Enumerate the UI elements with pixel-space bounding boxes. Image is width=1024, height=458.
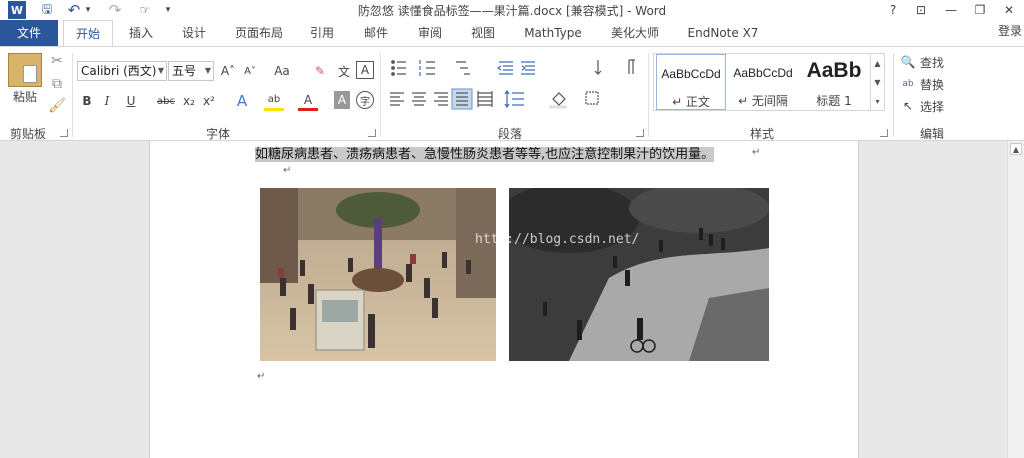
clear-format-icon[interactable]: ✎ — [310, 61, 330, 81]
enclose-characters-icon[interactable]: 字 — [356, 91, 374, 109]
style-normal[interactable]: AaBbCcDd ↵ 正文 — [656, 54, 726, 110]
watermark-text: http://blog.csdn.net/ — [475, 232, 640, 247]
tab-endnote[interactable]: EndNote X7 — [680, 20, 766, 46]
login-link[interactable]: 登录 — [998, 20, 1024, 42]
increase-indent-icon — [521, 61, 535, 75]
paste-icon[interactable] — [8, 53, 42, 87]
styles-more-icon[interactable]: ▾ — [870, 92, 884, 110]
find-button[interactable]: 查找 — [918, 53, 946, 71]
minimize-button[interactable]: — — [936, 0, 966, 20]
group-divider — [893, 53, 894, 137]
highlight-color-icon[interactable]: ab — [264, 91, 284, 111]
clipboard-group-label: 剪贴板 — [9, 127, 46, 141]
distributed-icon — [477, 91, 493, 107]
tab-review[interactable]: 审阅 — [408, 20, 452, 46]
vertical-scrollbar[interactable]: ▲ — [1007, 141, 1024, 458]
styles-scroll-up-icon[interactable]: ▲ — [870, 54, 884, 73]
clipboard-launcher-icon[interactable] — [60, 129, 68, 137]
italic-button[interactable]: I — [98, 91, 116, 111]
restore-button[interactable]: ❐ — [965, 0, 995, 20]
tab-page-layout[interactable]: 页面布局 — [226, 20, 292, 46]
document-page[interactable]: 如糖尿病患者、溃疡病患者、急慢性肠炎患者等等,也应注意控制果汁的饮用量。 ↵ ↵ — [149, 141, 859, 458]
scroll-up-icon[interactable]: ▲ — [1010, 143, 1022, 155]
numbering-icon — [419, 60, 435, 76]
tab-design[interactable]: 设计 — [172, 20, 216, 46]
tab-view[interactable]: 视图 — [461, 20, 505, 46]
shrink-font-icon[interactable]: A˅ — [240, 61, 260, 81]
title-bar: W 🖫 ↶ ▾ ↷ ☞ ▾ 防忽悠 读懂食品标签——果汁篇.docx [兼容模式… — [0, 0, 1024, 20]
text-effects-icon[interactable]: A — [232, 91, 252, 111]
tab-home[interactable]: 开始 — [63, 20, 113, 47]
grow-font-icon[interactable]: A˄ — [218, 61, 238, 81]
tab-insert[interactable]: 插入 — [120, 20, 162, 46]
style-no-spacing[interactable]: AaBbCcDd ↵ 无间隔 — [728, 54, 798, 110]
window-title: 防忽悠 读懂食品标签——果汁篇.docx [兼容模式] - Word — [357, 4, 667, 18]
tab-mailings[interactable]: 邮件 — [354, 20, 398, 46]
character-border-icon[interactable]: A — [356, 61, 374, 79]
paragraph-tools — [390, 59, 635, 110]
font-name-select[interactable]: Calibri (西文) ▼ — [77, 61, 167, 81]
bold-button[interactable]: B — [78, 91, 96, 111]
group-divider — [648, 53, 649, 137]
group-divider — [380, 53, 381, 137]
tab-references[interactable]: 引用 — [300, 20, 344, 46]
decrease-indent-icon — [496, 61, 513, 75]
line-spacing-icon — [504, 89, 524, 109]
tab-file[interactable]: 文件 — [0, 20, 58, 46]
styles-gallery: AaBbCcDd ↵ 正文 AaBbCcDd ↵ 无间隔 AaBb 标题 1 ▲… — [653, 53, 885, 111]
paragraph-mark: ↵ — [257, 371, 266, 382]
superscript-button[interactable]: x² — [200, 91, 218, 111]
paragraph-launcher-icon[interactable] — [636, 129, 644, 137]
borders-icon — [585, 91, 599, 105]
shading-icon — [549, 92, 567, 109]
font-size-select[interactable]: 五号 ▼ — [168, 61, 214, 81]
copy-icon[interactable]: ⧉ — [48, 75, 66, 93]
paragraph-group-label: 段落 — [497, 127, 522, 141]
styles-scroll-down-icon[interactable]: ▼ — [870, 73, 884, 92]
styles-launcher-icon[interactable] — [880, 129, 888, 137]
sort-icon — [594, 60, 602, 75]
align-right-icon — [434, 92, 448, 106]
ribbon-display-options-icon[interactable]: ⊡ — [906, 0, 936, 20]
bullets-icon — [391, 60, 406, 76]
format-painter-icon[interactable]: 🖌 — [48, 97, 66, 115]
plaza-pedestrians-image[interactable] — [509, 188, 769, 361]
font-color-icon[interactable]: A — [298, 91, 318, 111]
ribbon-tab-row: 文件 开始 插入 设计 页面布局 引用 邮件 审阅 视图 MathType 美化… — [0, 20, 1024, 47]
font-launcher-icon[interactable] — [368, 129, 376, 137]
font-group-label: 字体 — [205, 127, 230, 141]
subscript-button[interactable]: x₂ — [180, 91, 198, 111]
document-area: 如糖尿病患者、溃疡病患者、急慢性肠炎患者等等,也应注意控制果汁的饮用量。 ↵ ↵ — [0, 141, 1024, 458]
close-button[interactable]: ✕ — [994, 0, 1024, 20]
phonetic-guide-icon[interactable]: 文 — [334, 61, 354, 81]
replace-button[interactable]: 替换 — [918, 75, 946, 93]
align-center-icon — [412, 92, 426, 106]
help-button[interactable]: ? — [878, 0, 908, 20]
style-heading-1[interactable]: AaBb 标题 1 — [800, 54, 868, 110]
multilevel-list-icon — [456, 61, 470, 75]
mall-crowd-image[interactable] — [260, 188, 496, 361]
cut-icon[interactable]: ✂ — [48, 52, 66, 70]
editing-group-label: 编辑 — [919, 127, 944, 141]
selected-paragraph[interactable]: 如糖尿病患者、溃疡病患者、急慢性肠炎患者等等,也应注意控制果汁的饮用量。 — [255, 143, 715, 162]
character-shading-icon[interactable]: A — [334, 91, 350, 109]
align-left-icon — [390, 92, 404, 106]
select-button[interactable]: 选择 — [918, 97, 946, 115]
paste-label[interactable]: 粘贴 — [6, 88, 44, 104]
paragraph-mark: ↵ — [752, 147, 761, 158]
change-case-icon[interactable]: Aa — [268, 61, 296, 81]
paragraph-mark: ↵ — [283, 165, 292, 176]
replace-icon[interactable]: ab — [900, 75, 916, 93]
ribbon-home: 粘贴 ✂ ⧉ 🖌 剪贴板 Calibri (西文) ▼ 五号 ▼ A˄ A˅ Aa … — [0, 46, 1024, 141]
select-icon[interactable]: ↖ — [900, 97, 916, 115]
tab-beautify[interactable]: 美化大师 — [600, 20, 670, 46]
tab-mathtype[interactable]: MathType — [515, 20, 591, 46]
find-icon[interactable]: 🔍 — [900, 53, 916, 71]
strikethrough-button[interactable]: abc — [154, 91, 178, 111]
styles-group-label: 样式 — [749, 127, 774, 141]
show-marks-icon — [628, 59, 635, 74]
group-divider — [72, 53, 73, 137]
underline-button[interactable]: U — [120, 91, 142, 111]
